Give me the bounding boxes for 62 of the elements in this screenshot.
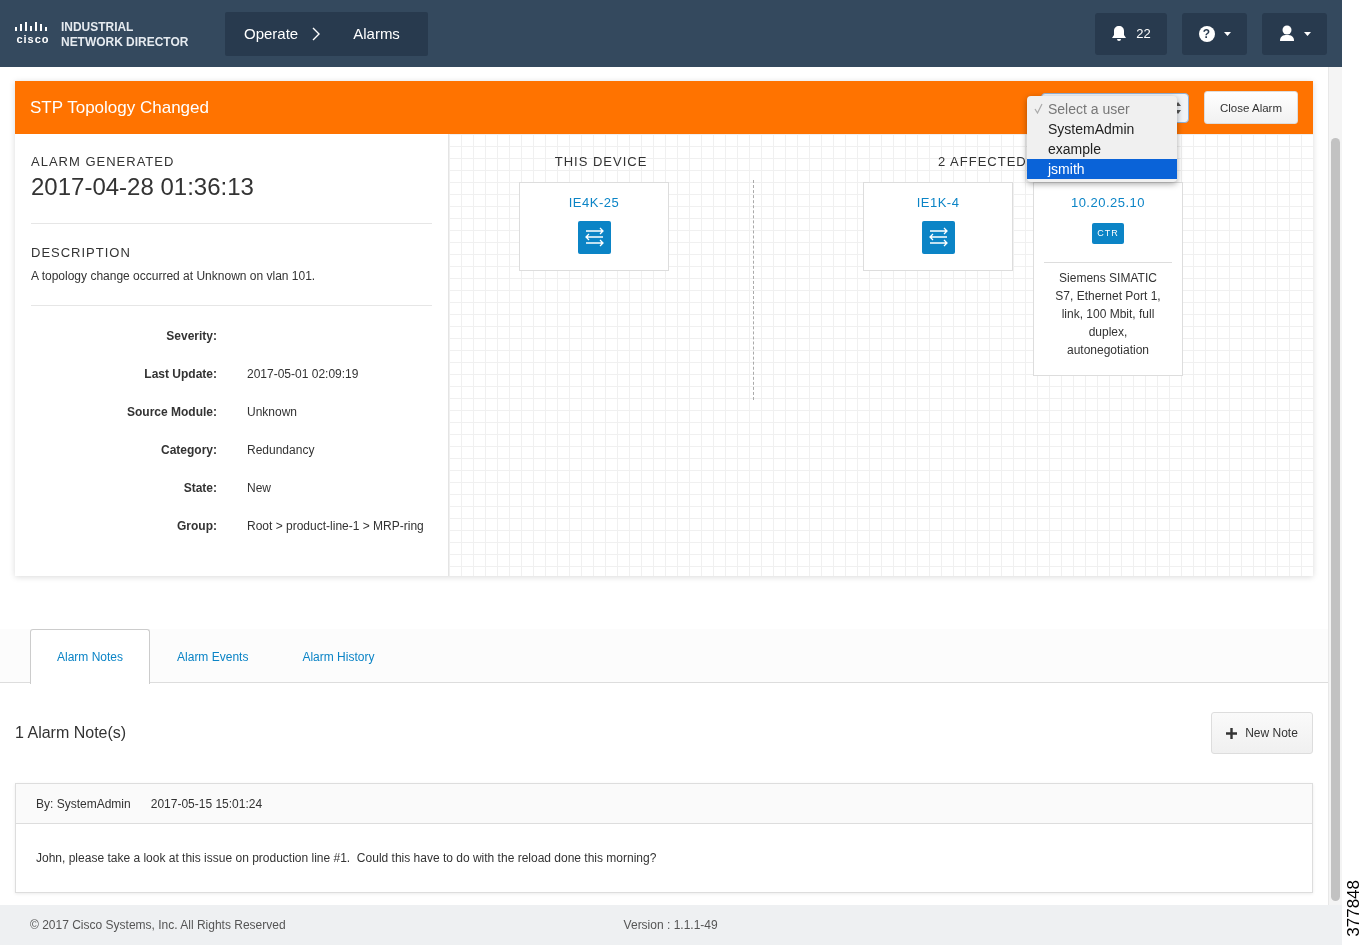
caret-down-icon [1303, 31, 1311, 36]
caret-down-icon [1223, 31, 1231, 36]
chevron-right-icon [312, 26, 322, 41]
tab[interactable]: Alarm Notes [30, 629, 151, 684]
note-text: John, please take a look at this issue on production line #1. Could this have to do with the reload done this morning? [36, 851, 657, 865]
copyright-text: © 2017 Cisco Systems, Inc. All Rights Reserved [30, 918, 286, 932]
alarm-title: STP Topology Changed [30, 97, 209, 118]
device-card[interactable]: 10.20.25.10 CTR Siemens SIMATIC S7, Ethernet Port 1, link, 100 Mbit, full duplex, autonegotiation [1033, 182, 1183, 376]
user-option[interactable]: SystemAdmin [1027, 118, 1177, 139]
new-note-button[interactable]: New Note [1211, 712, 1313, 754]
tab[interactable]: Alarm History [275, 629, 402, 683]
detail-value: Root > product-line-1 > MRP-ring [247, 519, 424, 533]
user-option[interactable]: Select a user [1027, 98, 1177, 119]
switch-icon [921, 221, 955, 254]
device-name[interactable]: IE4K-25 [568, 195, 620, 210]
version-text: Version : 1.1.1-49 [623, 918, 718, 932]
notifications-button[interactable]: 22 [1095, 12, 1167, 55]
detail-value: Redundancy [247, 443, 315, 457]
detail-label: Category: [160, 443, 217, 457]
help-icon: ? [1198, 25, 1215, 42]
breadcrumb-link[interactable]: Alarms [353, 25, 400, 42]
section-label: ALARM GENERATED [31, 154, 176, 169]
detail-value: New [247, 481, 271, 495]
detail-label: Severity: [165, 329, 217, 343]
product-name: NETWORK DIRECTOR [61, 33, 189, 49]
note-time: 2017-05-15 15:01:24 [150, 796, 263, 811]
alarm-generated-time: 2017-04-28 01:36:13 [31, 173, 255, 201]
device-card[interactable]: IE4K-25 [519, 182, 669, 271]
bell-icon [1111, 25, 1128, 42]
plus-icon [1226, 727, 1238, 739]
user-menu-button[interactable] [1262, 12, 1327, 55]
user-option[interactable]: example [1027, 138, 1177, 159]
figure-number: 377848 [1343, 880, 1364, 937]
tab[interactable]: Alarm Events [150, 629, 276, 683]
user-icon [1278, 25, 1295, 42]
note-author: By: SystemAdmin [36, 796, 131, 811]
device-description: Siemens SIMATIC S7, Ethernet Port 1, link, 100 Mbit, full duplex, autonegotiation [1044, 262, 1172, 359]
checkmark-icon [1034, 102, 1043, 114]
logo-wordmark: cisco [16, 34, 50, 45]
user-option[interactable]: jsmith [1027, 158, 1177, 179]
scrollbar[interactable] [1328, 67, 1342, 905]
device-name[interactable]: IE1K-4 [916, 195, 960, 210]
section-heading: 2 AFFECTED [938, 154, 1027, 170]
product-name: INDUSTRIAL [61, 18, 135, 34]
section-heading: THIS DEVICE [554, 154, 648, 170]
controller-icon: CTR [1092, 223, 1124, 244]
section-label: DESCRIPTION [31, 245, 132, 260]
notes-count: 1 Alarm Note(s) [15, 724, 127, 742]
detail-value: Unknown [247, 405, 298, 419]
detail-label: Source Module: [126, 405, 217, 419]
alarm-description: A topology change occurred at Unknown on vlan 101. [31, 269, 317, 283]
breadcrumb-link[interactable]: Operate [244, 25, 299, 42]
switch-icon [577, 221, 611, 254]
detail-value: 2017-05-01 02:09:19 [247, 367, 359, 381]
detail-label: Last Update: [143, 367, 217, 381]
up-down-arrows-icon [1174, 100, 1182, 115]
detail-label: State: [182, 481, 217, 495]
detail-label: Group: [176, 519, 217, 533]
help-menu-button[interactable]: ? [1182, 12, 1247, 55]
device-name[interactable]: 10.20.25.10 [1070, 195, 1146, 210]
device-card[interactable]: IE1K-4 [863, 182, 1013, 271]
close-alarm-button[interactable]: Close Alarm [1204, 91, 1298, 124]
